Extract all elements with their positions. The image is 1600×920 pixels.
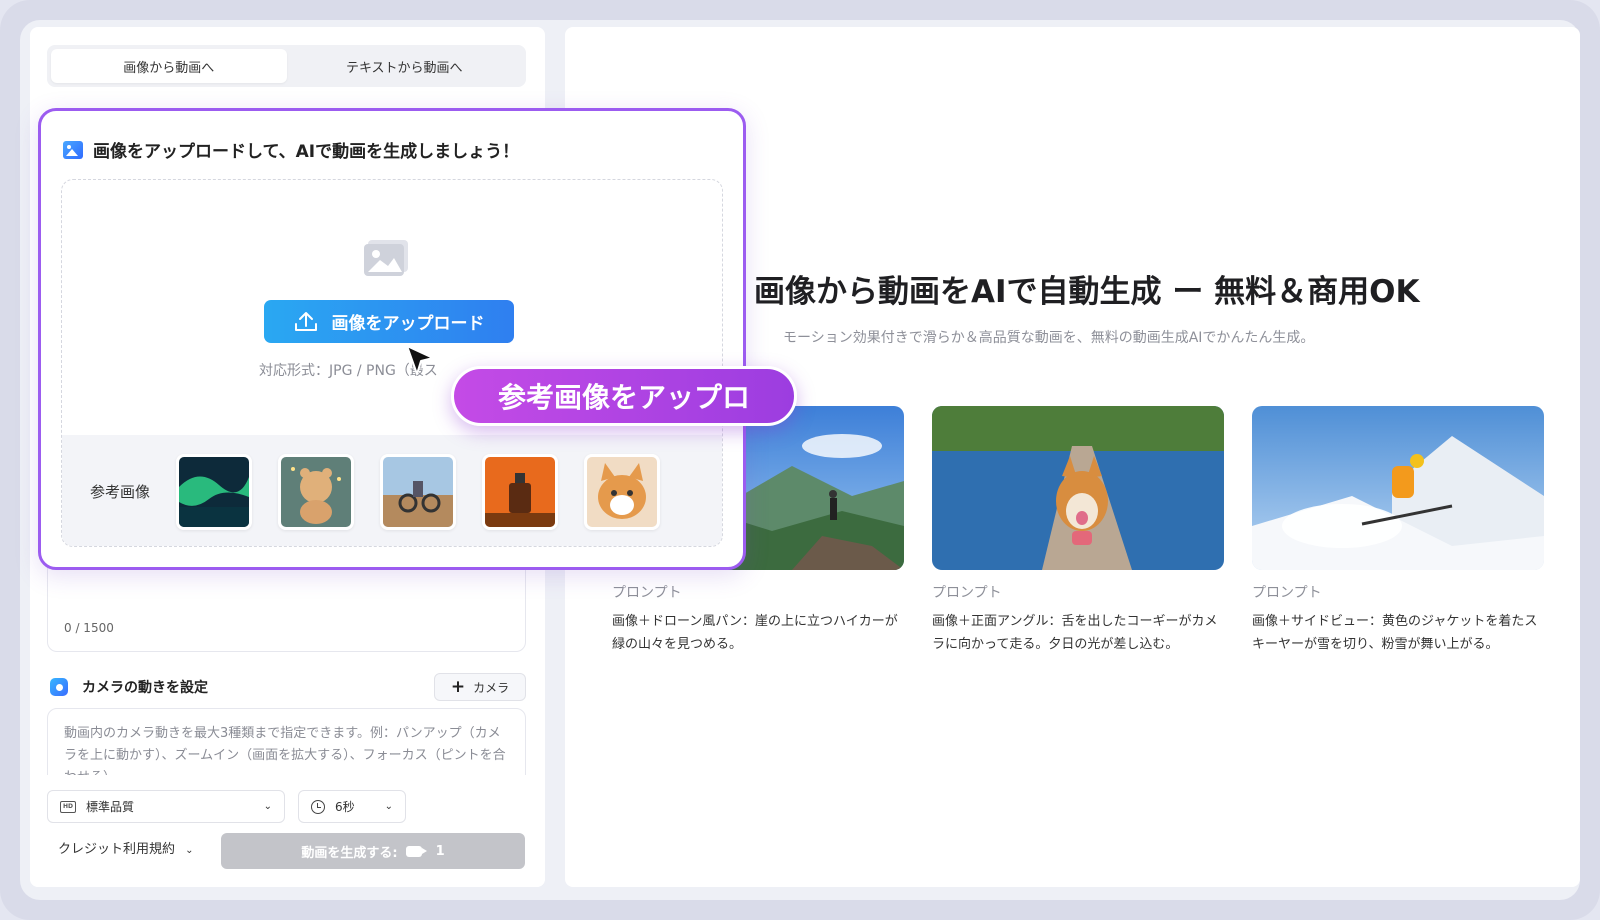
chevron-down-icon: ⌄ — [263, 801, 272, 812]
reference-thumb-bear[interactable] — [278, 453, 355, 530]
image-placeholder-icon — [364, 240, 408, 276]
add-camera-button[interactable]: + カメラ — [434, 673, 526, 701]
image-dropzone[interactable]: 画像をアップロード 対応形式：JPG / PNG（最ス 参考画像 — [61, 179, 723, 547]
example-description: 画像＋正面アングル：舌を出したコーギーがカメラに向かって走る。夕日の光が差し込む… — [932, 614, 1218, 652]
camera-settings-title: カメラの動きを設定 — [82, 680, 208, 696]
upload-icon — [294, 311, 317, 331]
upload-card-header: 画像をアップロードして、AIで動画を生成しましょう！ — [63, 137, 519, 162]
reference-thumb-dirtbike[interactable] — [380, 453, 457, 530]
reference-thumb-aurora[interactable] — [176, 453, 253, 530]
mode-tabs: 画像から動画へ テキストから動画へ — [47, 45, 526, 87]
example-card[interactable]: プロンプト 画像＋サイドビュー：黄色のジャケットを着たスキーヤーが雪を切り、粉雪… — [1252, 406, 1544, 656]
reference-thumb-cat[interactable] — [584, 453, 661, 530]
chevron-down-icon: ⌄ — [384, 801, 393, 812]
credit-terms-link[interactable]: クレジット利用規約 ⌄ — [58, 838, 194, 857]
generate-video-button[interactable]: 動画を生成する: 1 — [221, 833, 525, 869]
image-icon — [63, 140, 83, 159]
corgi-running-image — [932, 406, 1224, 570]
quality-select[interactable]: HD 標準品質 ⌄ — [47, 790, 285, 823]
upload-button-label: 画像をアップロード — [331, 314, 485, 334]
prompt-textarea[interactable]: 0 / 1500 — [47, 560, 526, 652]
char-counter: 0 / 1500 — [64, 621, 114, 635]
tab-image-to-video[interactable]: 画像から動画へ — [51, 49, 287, 83]
example-description: 画像＋ドローン風パン：崖の上に立つハイカーが緑の山々を見つめる。 — [612, 614, 898, 652]
camera-description-field[interactable]: 動画内のカメラ動きを最大3種類まで指定できます。例：パンアップ（カメラを上に動か… — [47, 708, 526, 780]
hd-icon: HD — [60, 800, 76, 813]
example-card[interactable]: プロンプト 画像＋正面アングル：舌を出したコーギーがカメラに向かって走る。夕日の… — [932, 406, 1224, 656]
callout-badge: 参考画像をアップロ — [451, 366, 797, 426]
upload-card: 画像をアップロードして、AIで動画を生成しましょう！ 画像をアップロード 対応形… — [38, 108, 746, 570]
credit-terms-label: クレジット利用規約 — [58, 842, 176, 857]
duration-select[interactable]: 6秒 ⌄ — [298, 790, 406, 823]
upload-card-title: 画像をアップロードして、AIで動画を生成しましょう！ — [93, 142, 520, 162]
reference-images-strip: 参考画像 — [62, 435, 722, 546]
add-camera-label: カメラ — [473, 680, 510, 695]
generate-label: 動画を生成する: — [301, 845, 398, 861]
tab-text-to-video[interactable]: テキストから動画へ — [287, 49, 523, 83]
generate-cost: 1 — [435, 843, 445, 859]
video-camera-icon — [405, 845, 427, 857]
camera-icon — [50, 678, 68, 696]
duration-value: 6秒 — [335, 800, 355, 814]
hero-subtitle: モーション効果付きで滑らか＆高品質な動画を、無料の動画生成AIでかんたん生成。 — [783, 330, 1315, 346]
reference-images-label: 参考画像 — [90, 483, 151, 501]
example-label: プロンプト — [932, 585, 1002, 601]
example-label: プロンプト — [612, 585, 682, 601]
hero-title: 画像から動画をAIで自動生成 ー 無料＆商用OK — [754, 274, 1420, 310]
plus-icon: + — [450, 677, 466, 697]
skier-snow-image — [1252, 406, 1544, 570]
quality-value: 標準品質 — [86, 800, 135, 814]
mouse-cursor-icon — [406, 345, 434, 375]
camera-settings-row: カメラの動きを設定 + カメラ — [50, 672, 526, 702]
clock-icon — [311, 799, 325, 814]
upload-image-button[interactable]: 画像をアップロード — [264, 300, 514, 343]
example-description: 画像＋サイドビュー：黄色のジャケットを着たスキーヤーが雪を切り、粉雪が舞い上がる… — [1252, 614, 1538, 652]
example-label: プロンプト — [1252, 585, 1322, 601]
reference-thumb-perfume[interactable] — [482, 453, 559, 530]
chevron-down-icon: ⌄ — [185, 845, 194, 856]
